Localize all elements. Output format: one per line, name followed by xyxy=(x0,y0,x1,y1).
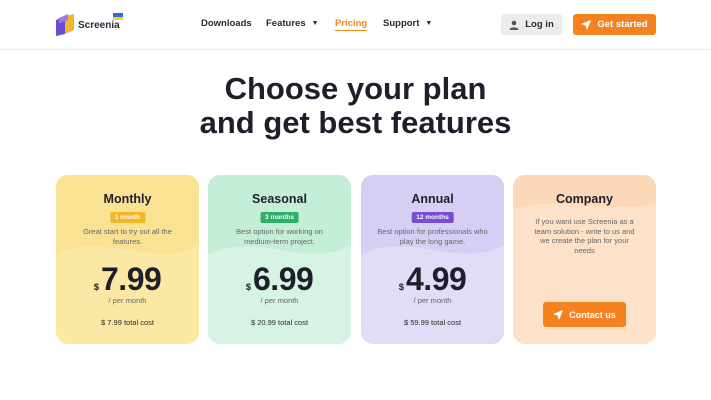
ukraine-flag-icon xyxy=(113,13,123,20)
plan-badge: 1 month xyxy=(109,212,146,223)
price-value: 6.99 xyxy=(253,261,314,297)
nav-support-label: Support xyxy=(383,18,420,29)
page-title-line1: Choose your plan xyxy=(224,71,487,106)
plan-card-seasonal[interactable]: Seasonal 3 months Best option for workin… xyxy=(208,175,351,344)
page-title: Choose your plan and get best features xyxy=(0,72,711,140)
contact-us-button[interactable]: Contact us xyxy=(543,302,626,327)
nav-downloads-label: Downloads xyxy=(201,18,252,29)
brand-name: Screenia xyxy=(78,19,120,31)
price-period: / per month xyxy=(260,296,299,305)
login-label: Log in xyxy=(525,19,554,30)
plan-title: Company xyxy=(556,192,613,206)
plan-title: Annual xyxy=(411,192,454,206)
price-value: 7.99 xyxy=(101,261,162,297)
plan-badge: 3 months xyxy=(260,212,299,223)
price-period: / per month xyxy=(108,296,147,305)
caret-down-icon: ▼ xyxy=(311,20,319,27)
price-currency: $ xyxy=(398,282,404,293)
price-total: $ 7.99 total cost xyxy=(101,318,154,327)
price-total: $ 59.99 total cost xyxy=(403,318,462,327)
user-icon xyxy=(509,20,519,30)
plan-title: Seasonal xyxy=(252,192,307,206)
nav-support[interactable]: Support ▼ xyxy=(383,18,432,29)
login-button[interactable]: Log in xyxy=(501,14,562,35)
paper-plane-icon xyxy=(581,19,592,30)
nav-features[interactable]: Features ▼ xyxy=(266,18,319,29)
screenia-logo-icon xyxy=(56,14,74,36)
nav-downloads[interactable]: Downloads xyxy=(201,18,252,29)
brand-logo[interactable]: Screenia xyxy=(56,13,136,37)
plan-description: Best option for working on medium-term p… xyxy=(236,227,323,246)
price-currency: $ xyxy=(93,282,99,293)
contact-us-label: Contact us xyxy=(569,309,616,320)
plan-description: Great start to try out all the features. xyxy=(83,227,172,246)
plan-card-monthly[interactable]: Monthly 1 month Great start to try out a… xyxy=(56,175,199,344)
plan-price: $ 7.99 xyxy=(56,261,199,298)
site-header: Screenia Downloads Features ▼ Pricing Su… xyxy=(0,0,711,50)
price-currency: $ xyxy=(245,282,251,293)
nav-pricing[interactable]: Pricing xyxy=(335,18,368,31)
get-started-label: Get started xyxy=(597,19,648,30)
plan-price: $ 6.99 xyxy=(208,261,351,298)
plan-description: Best option for professionals who play t… xyxy=(377,227,488,246)
plan-description: If you want use Screenia as a team solut… xyxy=(534,217,635,255)
plan-badge: 12 months xyxy=(411,212,454,223)
get-started-button[interactable]: Get started xyxy=(573,14,656,35)
caret-down-icon: ▼ xyxy=(425,20,433,27)
plan-card-annual[interactable]: Annual 12 months Best option for profess… xyxy=(361,175,504,344)
price-total: $ 20.99 total cost xyxy=(250,318,309,327)
nav-features-label: Features xyxy=(266,18,306,29)
plan-title: Monthly xyxy=(103,192,152,206)
price-period: / per month xyxy=(413,296,452,305)
nav-pricing-label: Pricing xyxy=(335,18,368,31)
plan-card-company[interactable]: Company If you want use Screenia as a te… xyxy=(513,175,656,344)
price-value: 4.99 xyxy=(406,261,467,297)
plan-price: $ 4.99 xyxy=(361,261,504,298)
page-title-line2: and get best features xyxy=(199,105,512,140)
paper-plane-icon xyxy=(553,309,564,320)
